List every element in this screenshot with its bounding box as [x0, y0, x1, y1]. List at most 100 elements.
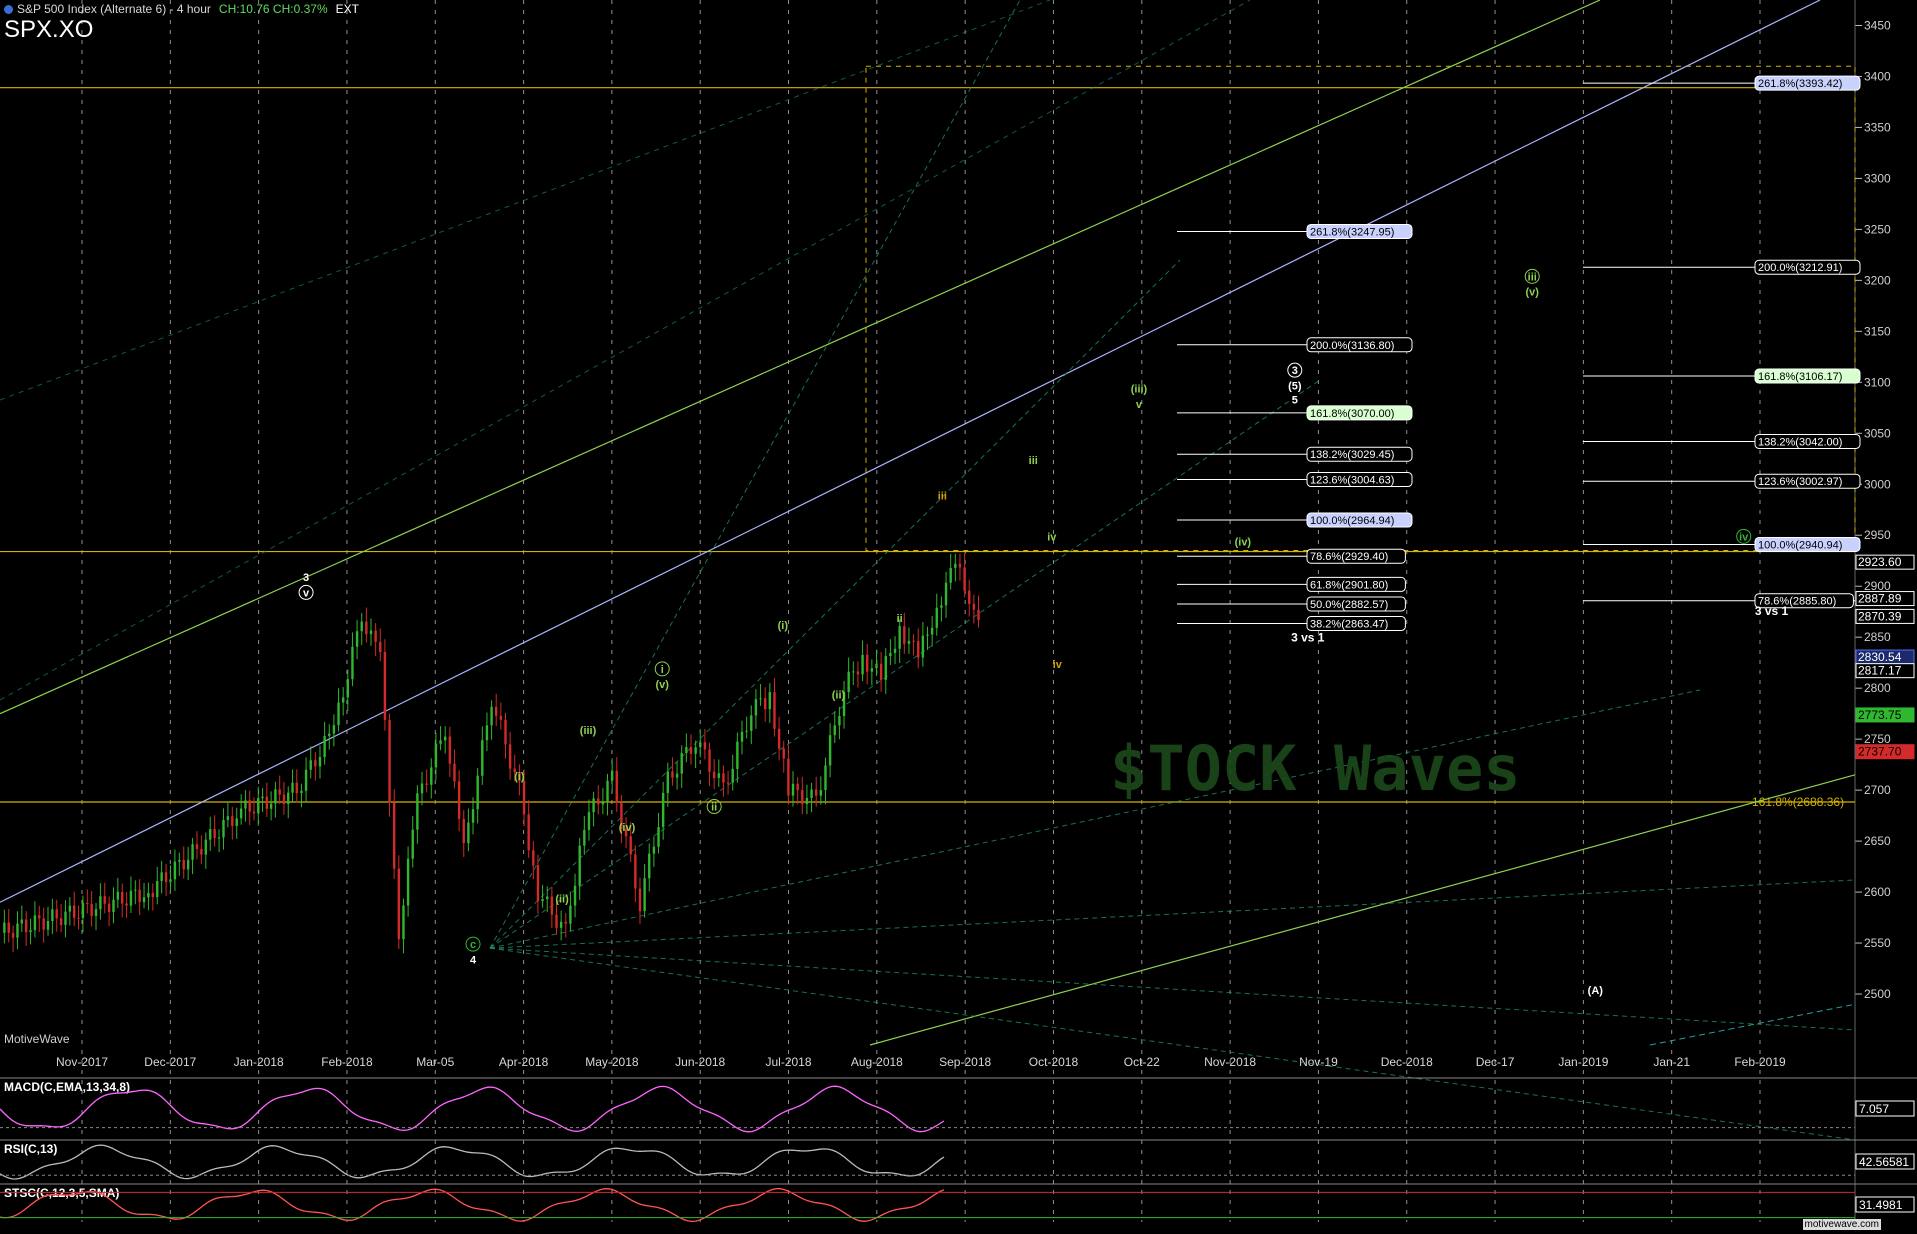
brand-label: MotiveWave [4, 1032, 70, 1046]
candle-body [439, 740, 442, 744]
candle-body [444, 736, 447, 741]
wave-label: (i) [514, 771, 525, 783]
candle-body [508, 744, 512, 769]
candle-body [411, 829, 414, 859]
candle-body [838, 715, 841, 726]
candle-body [274, 789, 277, 804]
candle-body [745, 730, 748, 732]
fib-right-label: 100.0%(2940.94) [1758, 539, 1842, 551]
candle-body [583, 829, 586, 846]
candle-body [94, 909, 98, 917]
candle-body [917, 641, 920, 658]
candle-body [944, 582, 948, 606]
y-tick-label: 2850 [1864, 630, 1891, 644]
x-tick-label: Dec-2018 [1381, 1055, 1433, 1069]
x-tick-label: Oct-22 [1124, 1055, 1160, 1069]
candle-body [907, 640, 911, 644]
candle-body [685, 747, 688, 754]
fib-left-label: 100.0%(2964.94) [1310, 515, 1394, 527]
candle-body [490, 706, 493, 726]
fib-left-label: 123.6%(3004.63) [1310, 475, 1394, 487]
candle-body [963, 567, 966, 591]
candle-body [11, 932, 15, 938]
candle-body [200, 848, 203, 855]
candle-body [178, 860, 181, 862]
candle-body [222, 819, 225, 838]
candle-body [763, 698, 767, 710]
wave-label: 5 [1292, 395, 1298, 407]
candle-body [430, 767, 433, 785]
candle-body [592, 798, 595, 813]
candle-body [406, 858, 410, 906]
candle-body [824, 765, 827, 791]
candle-body [314, 760, 317, 767]
fib-left-label: 61.8%(2901.80) [1310, 579, 1388, 591]
candle-body [815, 789, 818, 796]
y-tick-label: 3200 [1864, 273, 1891, 287]
candle-body [51, 909, 54, 922]
candle-body [351, 646, 354, 680]
x-tick-label: Sep-2018 [939, 1055, 991, 1069]
candle-body [606, 780, 609, 802]
candle-body [304, 769, 308, 791]
candle-body [926, 634, 929, 636]
x-tick-label: Jul-2018 [766, 1055, 812, 1069]
fan-line [489, 947, 1856, 1031]
x-tick-label: May-2018 [585, 1055, 639, 1069]
x-tick-label: Mar-05 [416, 1055, 454, 1069]
candle-body [722, 773, 725, 783]
candle-body [191, 844, 194, 860]
price-axis-badge-label: 2773.75 [1858, 708, 1902, 722]
candle-body [791, 783, 795, 796]
indicator-value-label: 31.4981 [1859, 1198, 1903, 1212]
price-chart[interactable]: Nov-2017 Dec-2017 Jan-2018 Feb-2018 Mar-05 Ap… [0, 0, 1917, 1234]
diagonal-guide-line [0, 0, 1251, 701]
candle-body [708, 749, 711, 772]
candle-body [652, 846, 656, 854]
candle-body [671, 771, 674, 778]
candle-body [949, 568, 952, 583]
price-axis-badge-label: 2923.60 [1858, 555, 1902, 569]
wave-label: v [1136, 399, 1143, 411]
candle-body [217, 837, 221, 839]
candle-body [369, 630, 373, 635]
candle-body [777, 728, 781, 749]
candle-body [261, 796, 264, 799]
x-tick-label: Dec-2017 [144, 1055, 196, 1069]
candle-body [866, 654, 869, 672]
candle-body [536, 865, 540, 902]
candle-body [209, 829, 212, 840]
candle-body [675, 773, 679, 778]
channel-line [0, 0, 1821, 903]
candle-body [532, 850, 535, 866]
candle-body [541, 899, 544, 902]
candle-body [569, 905, 572, 924]
candle-body [773, 692, 776, 729]
candle-body [559, 921, 563, 928]
wave-label: iv [1053, 659, 1063, 671]
fib-left-label: 78.6%(2929.40) [1310, 551, 1388, 563]
candle-body [265, 796, 269, 809]
candle-body [64, 911, 67, 925]
candle-body [467, 822, 470, 844]
candle-body [173, 861, 177, 880]
brand-url[interactable]: motivewave.com [1802, 1219, 1881, 1230]
candle-body [861, 654, 864, 675]
indicator-line [0, 1085, 945, 1133]
indicator-value-label: 42.56581 [1859, 1155, 1909, 1169]
candle-body [680, 753, 683, 774]
wave-label: (ii) [832, 689, 846, 701]
indicator-line [0, 1188, 945, 1223]
wave-label: iv [1739, 531, 1749, 543]
candle-body [59, 918, 63, 925]
candle-body [629, 836, 632, 855]
y-tick-label: 3150 [1864, 324, 1891, 338]
fan-line [489, 879, 1856, 949]
candle-body [819, 790, 823, 796]
candle-body [138, 889, 141, 903]
candle-body [689, 747, 693, 754]
candle-body [388, 719, 391, 803]
y-tick-label: 3050 [1864, 426, 1891, 440]
wave-label: (iii) [1131, 384, 1148, 396]
candle-body [434, 743, 438, 768]
